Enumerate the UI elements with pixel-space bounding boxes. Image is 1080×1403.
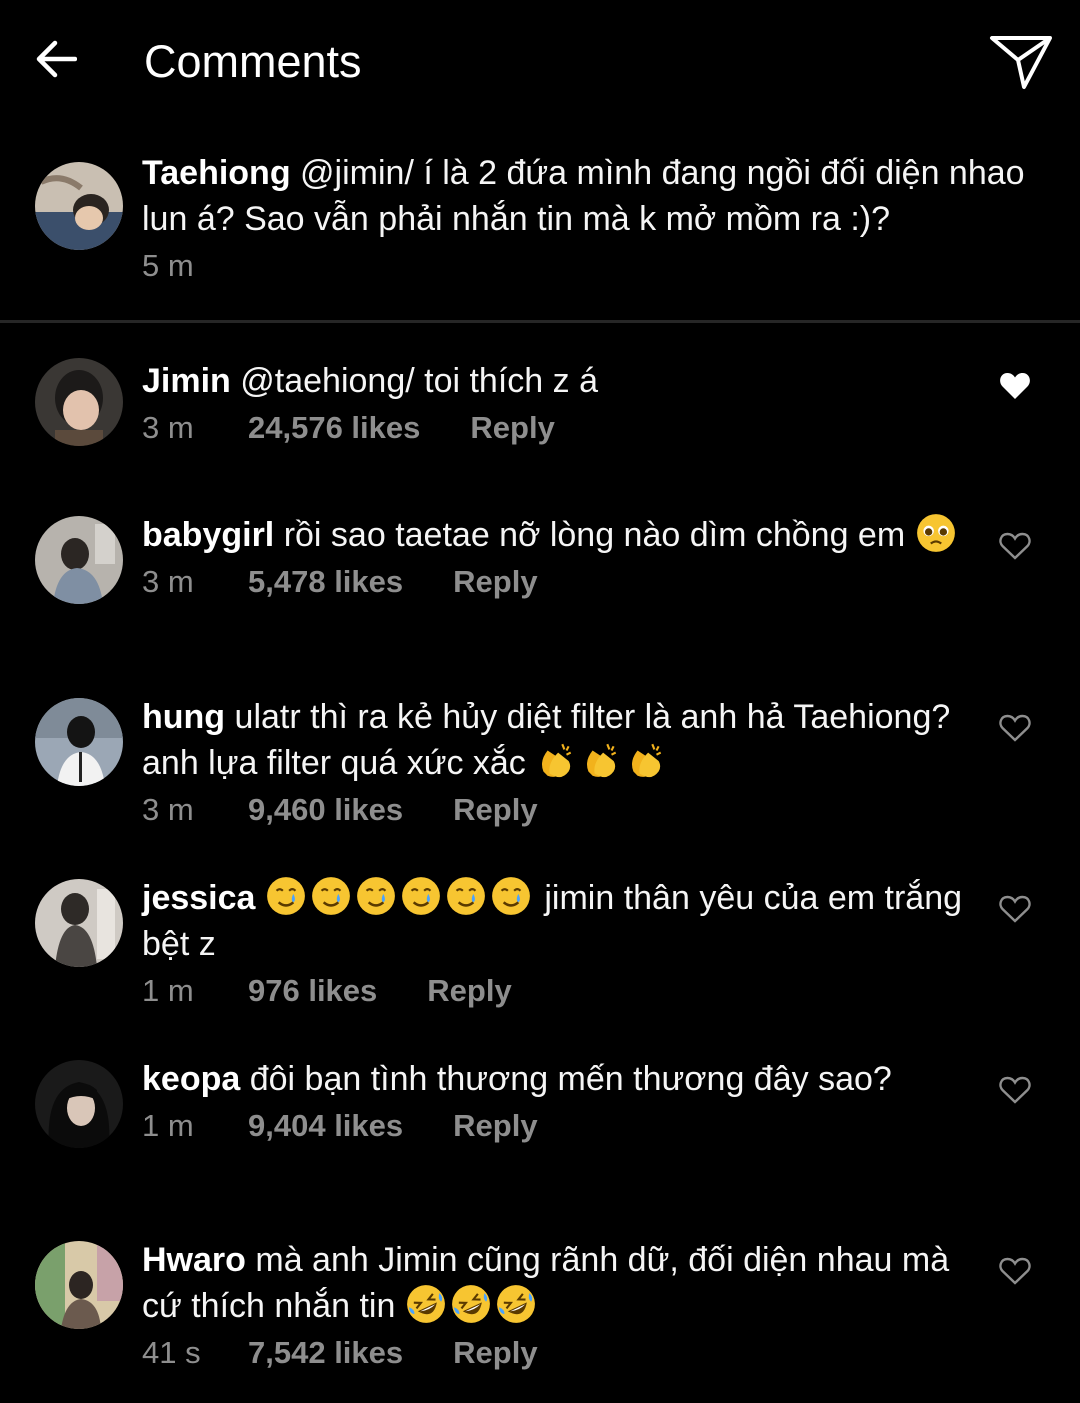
like-button[interactable] xyxy=(998,1076,1032,1108)
comment-text: đôi bạn tình thương mến thương đây sao? xyxy=(249,1060,892,1098)
comment-time: 1 m xyxy=(142,1108,194,1143)
avatar[interactable] xyxy=(35,162,123,250)
likes-count[interactable]: 7,542 likes xyxy=(248,1333,403,1373)
comment-text: mà anh Jimin cũng rãnh dữ, đối diện nhau… xyxy=(142,1241,950,1325)
rolling-on-floor-laughing-emoji xyxy=(405,1283,447,1325)
comment-time: 41 s xyxy=(142,1335,201,1370)
reply-button[interactable]: Reply xyxy=(453,562,537,602)
heart-outline-icon xyxy=(999,531,1031,565)
smiling-face-with-tear-emoji xyxy=(490,875,532,917)
page-title: Comments xyxy=(144,36,362,87)
likes-count[interactable]: 5,478 likes xyxy=(248,562,403,602)
clapping-hands-emoji xyxy=(625,740,667,782)
clapping-hands-emoji xyxy=(580,740,622,782)
comment-username[interactable]: jessica xyxy=(142,879,255,917)
like-button[interactable] xyxy=(998,532,1032,564)
reply-button[interactable]: Reply xyxy=(453,1106,537,1146)
back-button[interactable] xyxy=(30,38,80,84)
comment-time: 1 m xyxy=(142,973,194,1008)
rolling-on-floor-laughing-emoji xyxy=(495,1283,537,1325)
comment-username[interactable]: Jimin xyxy=(142,362,231,400)
comment-text: rồi sao taetae nỡ lòng nào dìm chồng em xyxy=(283,516,906,554)
caption-username[interactable]: Taehiong xyxy=(142,154,291,192)
comment-time: 3 m xyxy=(142,410,194,445)
heart-outline-icon xyxy=(999,1256,1031,1290)
reply-button[interactable]: Reply xyxy=(453,1333,537,1373)
comment-username[interactable]: hung xyxy=(142,698,225,736)
likes-count[interactable]: 9,460 likes xyxy=(248,790,403,830)
share-button[interactable] xyxy=(985,32,1057,96)
comment-text: @taehiong/ toi thích z á xyxy=(240,362,598,400)
clapping-hands-emoji xyxy=(535,740,577,782)
top-bar: Comments xyxy=(0,0,1080,124)
smiling-face-with-tear-emoji xyxy=(355,875,397,917)
reply-button[interactable]: Reply xyxy=(470,408,554,448)
heart-outline-icon xyxy=(999,713,1031,747)
avatar[interactable] xyxy=(35,516,123,604)
like-button[interactable] xyxy=(998,372,1032,404)
avatar[interactable] xyxy=(35,1060,123,1148)
caption-time: 5 m xyxy=(142,248,194,283)
avatar[interactable] xyxy=(35,1241,123,1329)
comment-username[interactable]: keopa xyxy=(142,1060,240,1098)
like-button[interactable] xyxy=(998,895,1032,927)
like-button[interactable] xyxy=(998,714,1032,746)
like-button[interactable] xyxy=(998,1257,1032,1289)
pleading-face-emoji xyxy=(915,512,957,554)
heart-outline-icon xyxy=(999,894,1031,928)
paper-plane-icon xyxy=(988,33,1054,96)
caption-meta: 5 m xyxy=(142,246,1072,286)
likes-count[interactable]: 976 likes xyxy=(248,971,377,1011)
heart-outline-icon xyxy=(999,1075,1031,1109)
likes-count[interactable]: 9,404 likes xyxy=(248,1106,403,1146)
heart-filled-icon xyxy=(999,371,1031,405)
avatar[interactable] xyxy=(35,358,123,446)
comment-time: 3 m xyxy=(142,792,194,827)
reply-button[interactable]: Reply xyxy=(427,971,511,1011)
divider xyxy=(0,320,1080,323)
rolling-on-floor-laughing-emoji xyxy=(450,1283,492,1325)
arrow-left-icon xyxy=(33,39,78,84)
caption-text: Taehiong @jimin/ í là 2 đứa mình đang ng… xyxy=(142,150,1072,242)
comment-username[interactable]: babygirl xyxy=(142,516,274,554)
smiling-face-with-tear-emoji xyxy=(400,875,442,917)
smiling-face-with-tear-emoji xyxy=(265,875,307,917)
smiling-face-with-tear-emoji xyxy=(310,875,352,917)
reply-button[interactable]: Reply xyxy=(453,790,537,830)
avatar[interactable] xyxy=(35,879,123,967)
comment-username[interactable]: Hwaro xyxy=(142,1241,246,1279)
avatar[interactable] xyxy=(35,698,123,786)
likes-count[interactable]: 24,576 likes xyxy=(248,408,420,448)
comment-time: 3 m xyxy=(142,564,194,599)
smiling-face-with-tear-emoji xyxy=(445,875,487,917)
